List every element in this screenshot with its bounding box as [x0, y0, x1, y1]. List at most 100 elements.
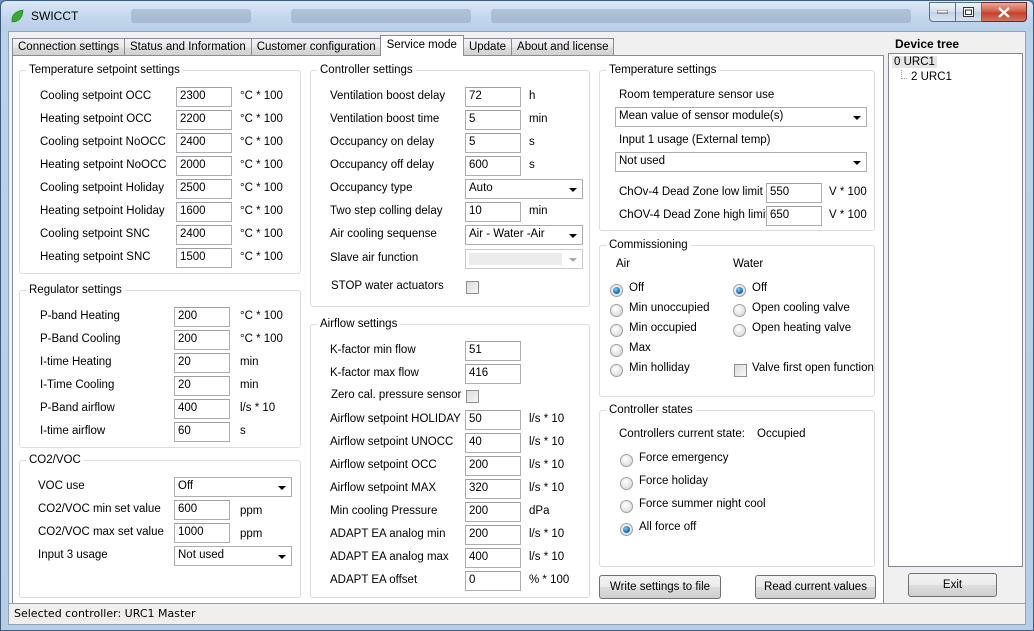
air-mode-radio-label[interactable]: Min holliday [629, 362, 690, 374]
input1-select[interactable]: Not used [615, 152, 867, 172]
co2-min-input[interactable]: 600 [174, 500, 230, 520]
air-mode-radio-label[interactable]: Max [629, 342, 651, 354]
blurred-taskbar [491, 9, 911, 23]
air-mode-radio-label[interactable]: Min unoccupied [629, 302, 710, 314]
setpoint-input[interactable]: 2400 [176, 225, 232, 245]
water-mode-radio[interactable] [733, 324, 746, 337]
setpoint-input[interactable]: 1500 [176, 248, 232, 268]
water-mode-radio-label[interactable]: Open heating valve [752, 322, 851, 334]
regulator-input[interactable]: 60 [174, 422, 230, 442]
client-area: Connection settings Status and Informati… [8, 31, 1026, 625]
minimize-button[interactable] [929, 2, 956, 22]
setpoint-row: Cooling setpoint NoOCC 2400 °C * 100 [20, 133, 300, 153]
air-mode-radio[interactable] [610, 304, 623, 317]
two-step-input[interactable]: 10 [465, 202, 521, 222]
airflow-input[interactable]: 0 [465, 571, 521, 591]
air-cooling-select[interactable]: Air - Water -Air [465, 225, 583, 245]
airflow-input[interactable]: 40 [465, 433, 521, 453]
kfactor-min-label: K-factor min flow [330, 344, 416, 356]
setpoint-input[interactable]: 2300 [176, 87, 232, 107]
force-state-radio-label[interactable]: Force holiday [639, 475, 708, 487]
exit-button[interactable]: Exit [908, 573, 997, 597]
device-tree[interactable]: 0 URC1 2 URC1 [888, 53, 1023, 567]
slave-air-row: Slave air function [311, 249, 589, 269]
low-limit-input[interactable]: 550 [766, 183, 822, 203]
regulator-input[interactable]: 20 [174, 353, 230, 373]
controller-input[interactable]: 600 [465, 156, 521, 176]
valve-first-checkbox[interactable] [734, 364, 747, 377]
water-mode-radio[interactable] [733, 284, 746, 297]
kfactor-min-input[interactable]: 51 [465, 341, 521, 361]
regulator-input[interactable]: 200 [174, 307, 230, 327]
setpoint-input[interactable]: 2200 [176, 110, 232, 130]
tab-connection-settings[interactable]: Connection settings [12, 38, 126, 56]
force-state-radio-label[interactable]: Force emergency [639, 452, 728, 464]
tab-customer-configuration[interactable]: Customer configuration [250, 38, 382, 56]
air-mode-radio[interactable] [610, 344, 623, 357]
title-bar[interactable]: SWICCT [1, 1, 1033, 31]
maximize-button[interactable] [956, 2, 982, 22]
tab-about-license[interactable]: About and license [511, 38, 615, 56]
regulator-input[interactable]: 20 [174, 376, 230, 396]
setpoint-unit: °C * 100 [240, 136, 283, 148]
force-state-radio[interactable] [620, 477, 633, 490]
tab-status-information[interactable]: Status and Information [124, 38, 252, 56]
tree-node-0-urc1[interactable]: 0 URC1 [892, 56, 937, 68]
controller-input[interactable]: 5 [465, 133, 521, 153]
group-title: Controller states [606, 403, 696, 417]
regulator-input[interactable]: 400 [174, 399, 230, 419]
setpoint-input[interactable]: 1600 [176, 202, 232, 222]
chevron-down-icon [569, 258, 577, 262]
air-column-label: Air [616, 258, 631, 270]
setpoint-label: Cooling setpoint SNC [40, 228, 150, 240]
air-mode-radio[interactable] [610, 364, 623, 377]
tree-node-2-urc1[interactable]: 2 URC1 [911, 71, 952, 83]
force-state-radio[interactable] [620, 454, 633, 467]
write-settings-button[interactable]: Write settings to file [599, 575, 721, 599]
voc-use-select[interactable]: Off [174, 477, 292, 497]
zero-cal-checkbox[interactable] [466, 390, 479, 403]
setpoint-input[interactable]: 2400 [176, 133, 232, 153]
close-button[interactable] [982, 2, 1027, 22]
setpoint-input[interactable]: 2000 [176, 156, 232, 176]
input3-select[interactable]: Not used [174, 546, 292, 566]
setpoint-input[interactable]: 2500 [176, 179, 232, 199]
controller-input[interactable]: 5 [465, 110, 521, 130]
air-mode-radio-label[interactable]: Min occupied [629, 322, 697, 334]
airflow-input[interactable]: 320 [465, 479, 521, 499]
airflow-input[interactable]: 400 [465, 548, 521, 568]
controller-input[interactable]: 72 [465, 87, 521, 107]
water-mode-radio[interactable] [733, 304, 746, 317]
room-sensor-select[interactable]: Mean value of sensor module(s) [615, 107, 867, 127]
room-sensor-label: Room temperature sensor use [619, 89, 775, 101]
airflow-input[interactable]: 50 [465, 410, 521, 430]
setpoint-unit: °C * 100 [240, 113, 283, 125]
controller-unit: s [529, 136, 535, 148]
high-limit-input[interactable]: 650 [766, 206, 822, 226]
setpoint-label: Cooling setpoint Holiday [40, 182, 165, 194]
regulator-input[interactable]: 200 [174, 330, 230, 350]
setpoint-row: Heating setpoint NoOCC 2000 °C * 100 [20, 156, 300, 176]
force-state-radio-label[interactable]: All force off [639, 521, 696, 533]
kfactor-max-input[interactable]: 416 [465, 364, 521, 384]
regulator-row: P-band Heating 200 °C * 100 [20, 307, 300, 327]
airflow-input[interactable]: 200 [465, 456, 521, 476]
tab-service-mode[interactable]: Service mode [379, 35, 464, 56]
airflow-input[interactable]: 200 [465, 502, 521, 522]
force-state-radio-label[interactable]: Force summer night cool [639, 498, 766, 510]
air-mode-radio[interactable] [610, 324, 623, 337]
occupancy-type-select[interactable]: Auto [465, 179, 583, 199]
air-mode-radio-label[interactable]: Off [629, 282, 644, 294]
airflow-input[interactable]: 200 [465, 525, 521, 545]
tab-update[interactable]: Update [462, 38, 513, 56]
water-mode-radio-label[interactable]: Open cooling valve [752, 302, 850, 314]
status-bar: Selected controller: URC1 Master [9, 603, 1025, 624]
water-mode-radio-label[interactable]: Off [752, 282, 767, 294]
force-state-radio[interactable] [620, 500, 633, 513]
read-values-button[interactable]: Read current values [755, 575, 876, 599]
air-mode-radio[interactable] [610, 284, 623, 297]
force-state-radio[interactable] [620, 523, 633, 536]
co2-max-input[interactable]: 1000 [174, 523, 230, 543]
service-mode-page: Temperature setpoint settings Cooling se… [12, 55, 884, 605]
stop-water-checkbox[interactable] [466, 281, 479, 294]
